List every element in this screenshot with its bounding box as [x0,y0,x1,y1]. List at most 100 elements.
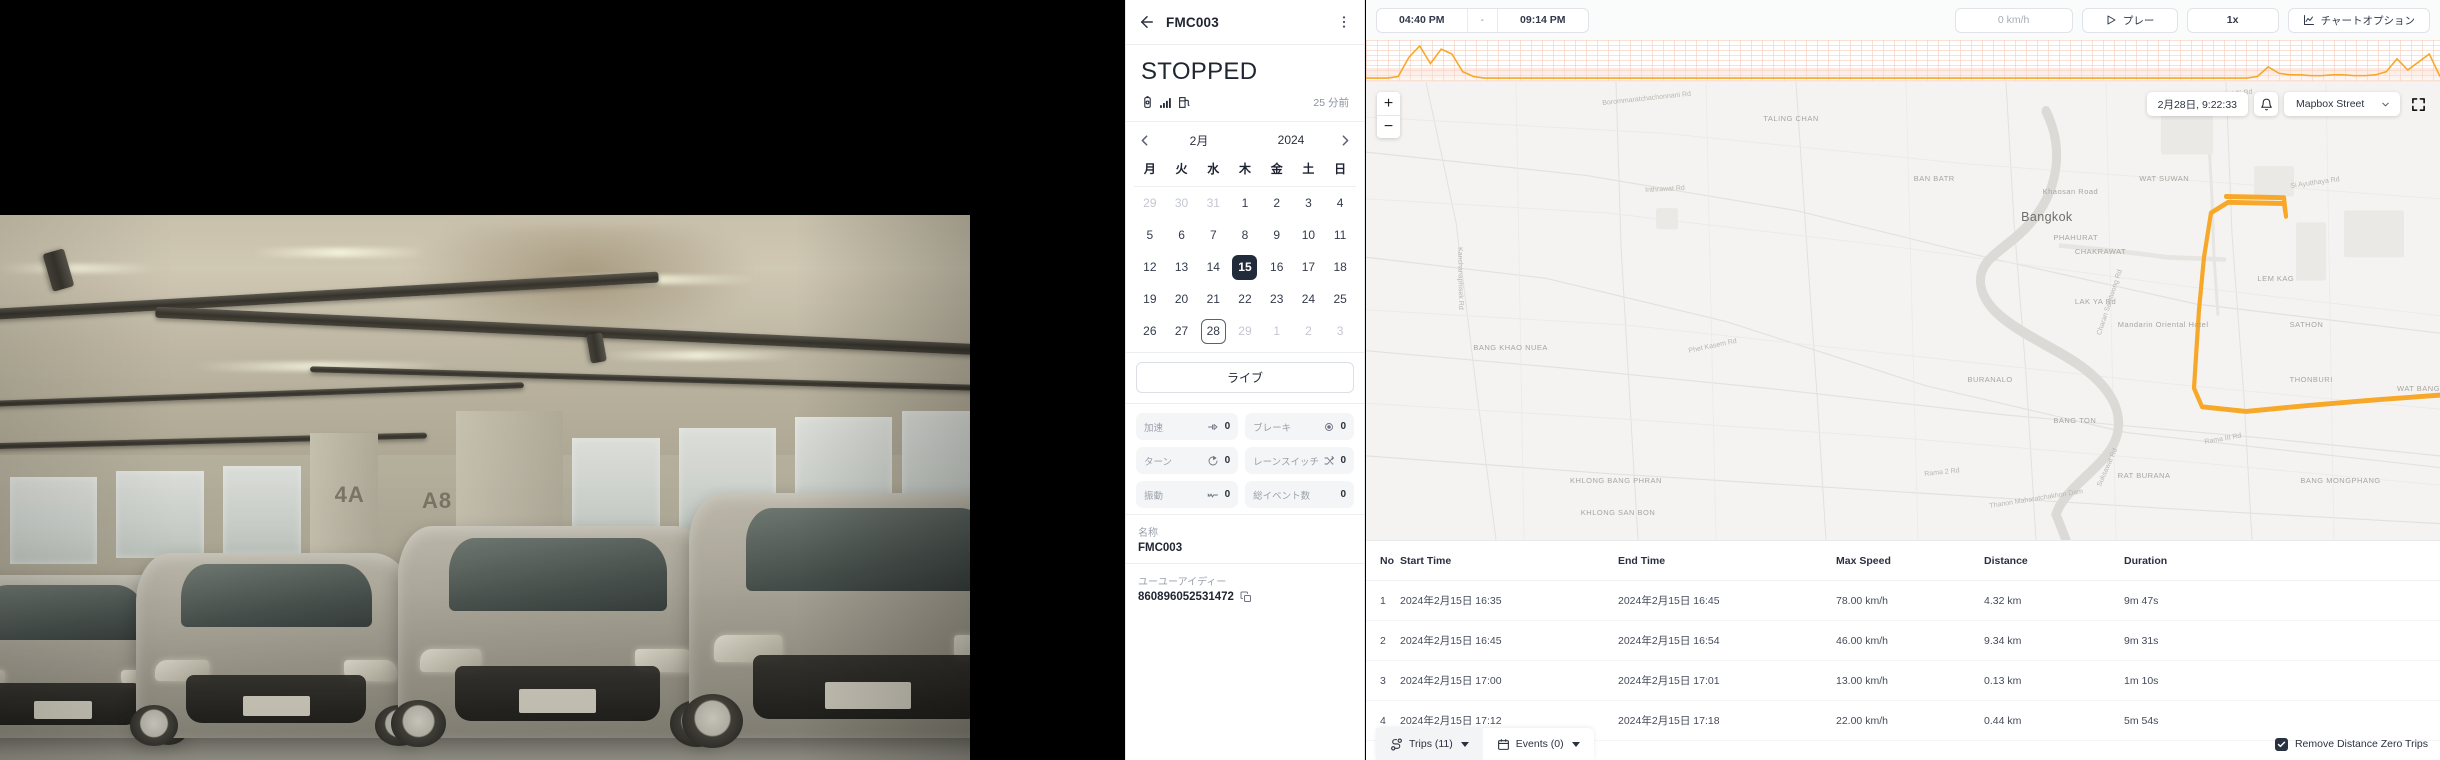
calendar-day[interactable]: 4 [1324,187,1356,219]
calendar-day[interactable]: 30 [1166,187,1198,219]
check-icon [2277,741,2286,747]
chart-options-button[interactable]: チャートオプション [2287,7,2430,33]
calendar-day[interactable]: 18 [1324,251,1356,283]
play-button-label: プレー [2122,14,2155,27]
calendar-day[interactable]: 23 [1261,283,1293,315]
map-canvas[interactable]: Bangkok TALING CHAN WAT SUWAN Khaosan Ro… [1366,82,2440,540]
speed-readout: 0 km/h [1954,7,2073,33]
chevron-down-icon[interactable] [1571,741,1580,747]
stat-label: 振動 [1144,490,1164,502]
speed-chart-strip[interactable] [1366,40,2440,82]
calendar-day[interactable]: 16 [1261,251,1293,283]
map-zoom-in-button[interactable]: + [1377,92,1400,115]
calendar-year[interactable]: 2024 [1245,133,1337,147]
arrow-left-icon[interactable] [1138,13,1156,31]
cell-start: 2024年2月15日 16:35 [1400,580,1618,621]
cell-end: 2024年2月15日 17:01 [1618,660,1836,701]
calendar-dow-4: 金 [1270,162,1283,177]
stat-item[interactable]: 総イベント数 0 [1245,481,1354,509]
calendar-day[interactable]: 2 [1261,187,1293,219]
chevron-down-icon[interactable] [1460,741,1469,747]
map-style-select[interactable]: Mapbox Street [2284,92,2400,116]
cell-no: 3 [1366,660,1400,701]
cell-distance: 9.34 km [1984,620,2124,661]
calendar-day[interactable]: 27 [1166,315,1198,347]
chevron-right-icon[interactable] [1337,132,1354,149]
trips-col-3[interactable]: Max Speed [1836,541,1984,581]
cell-end: 2024年2月15日 16:45 [1618,580,1836,621]
time-to[interactable]: 09:14 PM [1498,9,1588,32]
calendar-day[interactable]: 21 [1197,283,1229,315]
calendar-day[interactable]: 29 [1229,315,1261,347]
map-fullscreen-button[interactable] [2406,92,2430,116]
stat-value: 0 [1340,489,1346,501]
map-timestamp[interactable]: 2月28日, 9:22:33 [2146,92,2248,116]
calendar-day[interactable]: 8 [1229,219,1261,251]
stat-item[interactable]: ターン 0 [1136,447,1239,475]
calendar-day[interactable]: 31 [1197,187,1229,219]
calendar-day[interactable]: 3 [1293,187,1325,219]
stat-item[interactable]: レーンスイッチ 0 [1245,447,1354,475]
calendar-day[interactable]: 12 [1134,251,1166,283]
lane-switch-icon [1324,455,1334,465]
trips-col-1[interactable]: Start Time [1400,541,1618,581]
calendar-day[interactable]: 28 [1197,315,1229,347]
map-style-value: Mapbox Street [2296,98,2365,110]
playback-rate-button[interactable]: 1x [2186,7,2279,33]
time-from[interactable]: 04:40 PM [1377,9,1467,32]
chevron-left-icon[interactable] [1136,132,1153,149]
calendar-day[interactable]: 5 [1134,219,1166,251]
stat-label: ターン [1144,456,1173,468]
map-zoom-out-button[interactable]: − [1377,115,1400,138]
calendar-day[interactable]: 15 [1229,251,1261,283]
calendar-day[interactable]: 24 [1293,283,1325,315]
stat-item[interactable]: 加速 0 [1136,413,1239,441]
calendar-month[interactable]: 2月 [1153,132,1245,149]
tab-events[interactable]: Events (0) [1483,728,1594,760]
map-container[interactable]: Bangkok TALING CHAN WAT SUWAN Khaosan Ro… [1366,82,2440,540]
calendar-dow-2: 水 [1207,162,1220,177]
table-row[interactable]: 2 2024年2月15日 16:45 2024年2月15日 16:54 46.0… [1366,620,2440,661]
calendar-day[interactable]: 14 [1197,251,1229,283]
calendar-day[interactable]: 1 [1261,315,1293,347]
calendar-day[interactable]: 1 [1229,187,1261,219]
trips-col-5[interactable]: Duration [2124,541,2440,581]
device-field: ユーユーアイディー 860896052531472 [1126,563,1364,612]
trips-col-4[interactable]: Distance [1984,541,2124,581]
calendar-day[interactable]: 10 [1293,219,1325,251]
calendar-day[interactable]: 13 [1166,251,1198,283]
stat-item[interactable]: 振動 0 [1136,481,1239,509]
bottom-tabs: Trips (11) Events (0) [1376,728,1594,760]
calendar-day[interactable]: 26 [1134,315,1166,347]
calendar-day[interactable]: 17 [1293,251,1325,283]
table-row[interactable]: 1 2024年2月15日 16:35 2024年2月15日 16:45 78.0… [1366,580,2440,621]
calendar-day[interactable]: 20 [1166,283,1198,315]
live-button[interactable]: ライブ [1136,362,1354,394]
trips-col-0[interactable]: No [1366,541,1400,581]
trips-col-2[interactable]: End Time [1618,541,1836,581]
table-row[interactable]: 3 2024年2月15日 17:00 2024年2月15日 17:01 13.0… [1366,660,2440,701]
calendar-day[interactable]: 9 [1261,219,1293,251]
calendar-day[interactable]: 22 [1229,283,1261,315]
calendar-day[interactable]: 2 [1293,315,1325,347]
calendar-day[interactable]: 19 [1134,283,1166,315]
calendar-day[interactable]: 3 [1324,315,1356,347]
calendar-day[interactable]: 6 [1166,219,1198,251]
tab-trips[interactable]: Trips (11) [1376,728,1483,760]
calendar-dow-6: 日 [1334,162,1347,177]
calendar-days: 29 30 31 1 2 3 4 5 6 7 8 9 10 11 12 13 14 15 16 17 18 19 20 21 2… [1134,187,1356,347]
device-status-icons [1141,96,1191,109]
play-button[interactable]: プレー [2081,7,2178,33]
remove-zero-trips-checkbox[interactable] [2274,737,2288,751]
trips-table-container: No Start Time End Time Max Speed Distance Dur… [1366,540,2440,760]
time-range-picker[interactable]: 04:40 PM - 09:14 PM [1376,7,1589,33]
calendar-day[interactable]: 29 [1134,187,1166,219]
kebab-menu-icon[interactable] [1336,14,1352,30]
device-field-value: FMC003 [1138,542,1183,555]
map-alert-button[interactable] [2254,92,2278,116]
copy-icon[interactable] [1240,591,1252,603]
stat-item[interactable]: ブレーキ 0 [1245,413,1354,441]
calendar-day[interactable]: 7 [1197,219,1229,251]
calendar-day[interactable]: 25 [1324,283,1356,315]
calendar-day[interactable]: 11 [1324,219,1356,251]
